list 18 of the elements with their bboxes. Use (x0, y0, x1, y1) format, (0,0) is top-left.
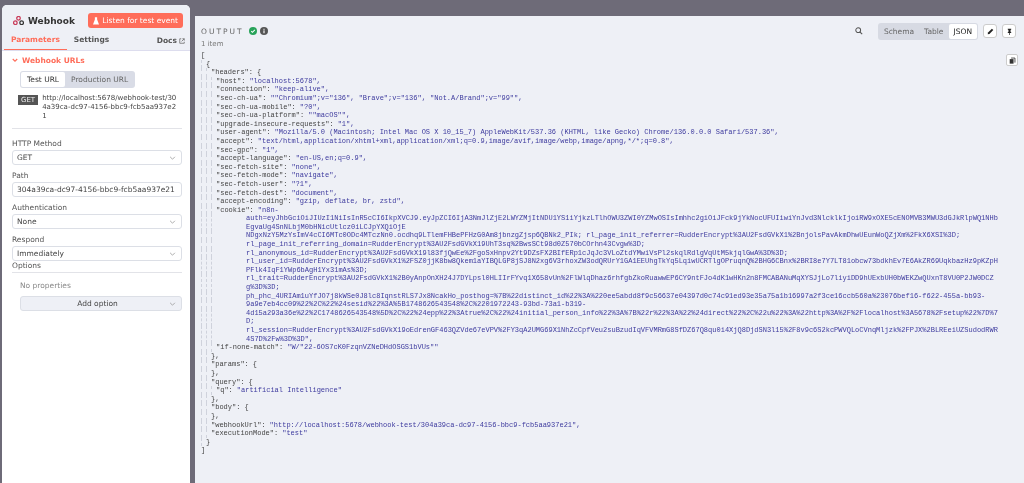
chevron-icon (12, 58, 18, 63)
webhook-logo-icon (13, 16, 24, 25)
pin-button[interactable] (1002, 24, 1016, 38)
success-check-icon (248, 27, 257, 35)
copy-button[interactable] (1006, 54, 1018, 66)
pencil-icon (986, 27, 994, 35)
chevron-icon (169, 155, 176, 160)
copy-icon (1008, 56, 1016, 64)
info-icon (259, 27, 268, 35)
external-link-icon (179, 37, 185, 44)
node-title: Webhook (28, 15, 76, 26)
chevron-icon (169, 219, 176, 224)
chevron-icon (169, 301, 176, 306)
search-icon[interactable] (854, 27, 863, 35)
edit-button[interactable] (983, 24, 997, 38)
flask-icon (93, 16, 100, 25)
pin-icon (1005, 27, 1013, 35)
chevron-icon (169, 251, 176, 256)
